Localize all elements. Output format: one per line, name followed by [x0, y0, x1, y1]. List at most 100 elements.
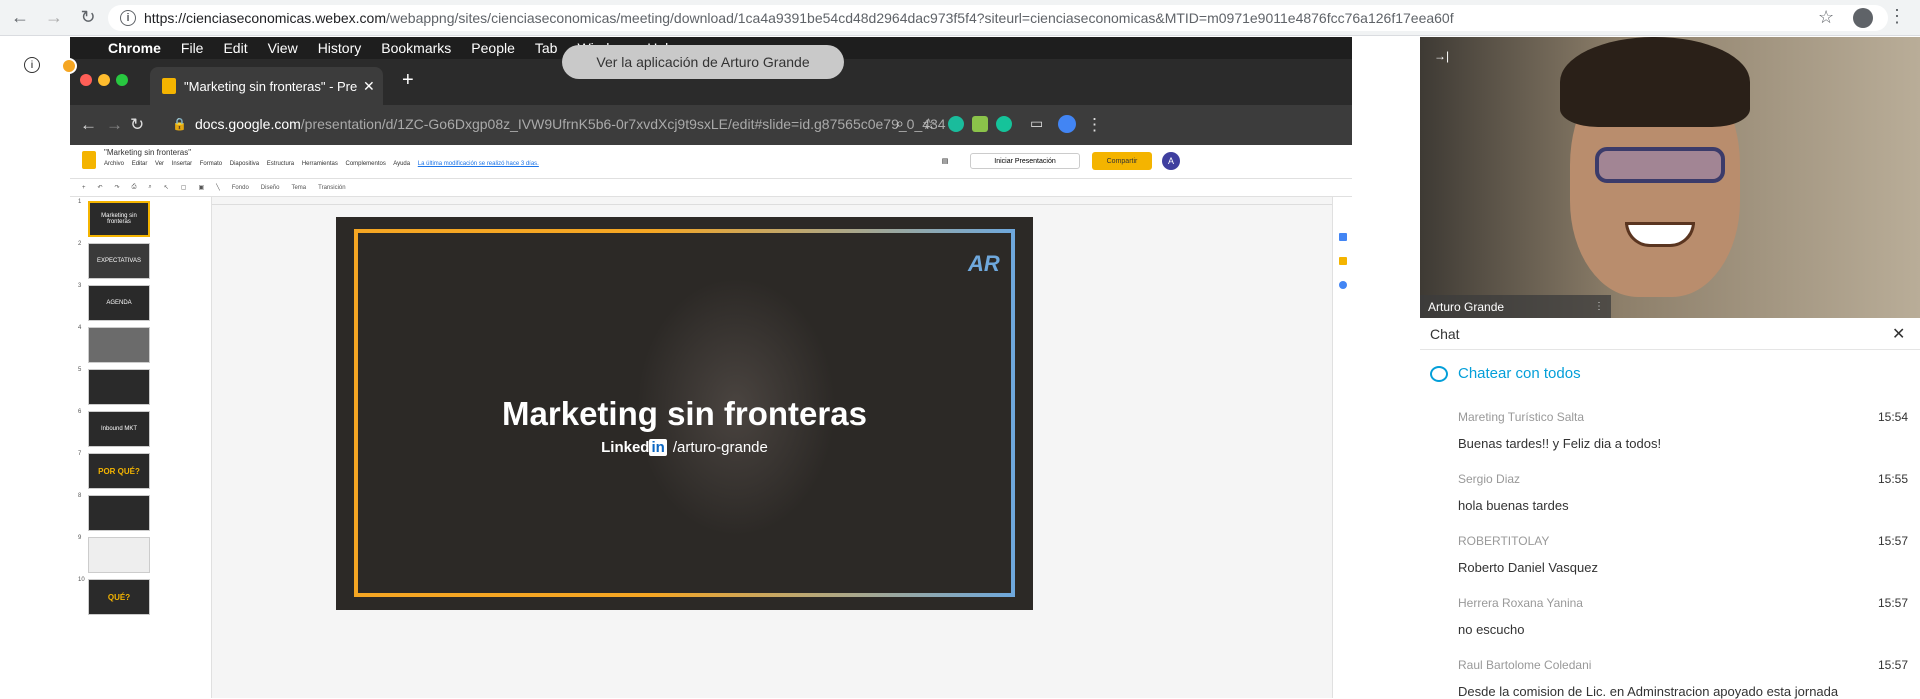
thumbnail-8[interactable]: 8	[70, 493, 212, 537]
keep-icon[interactable]	[1339, 257, 1347, 265]
inner-address-bar[interactable]: 🔒 docs.google.com/presentation/d/1ZC-Go6…	[172, 110, 1352, 138]
message-sender: Raul Bartolome Coledani	[1458, 658, 1592, 672]
url-path: /webappng/sites/cienciaseconomicas/meeti…	[386, 10, 1454, 26]
line-icon[interactable]: ╲	[216, 184, 220, 191]
thumbnail-2[interactable]: 2 EXPECTATIVAS	[70, 241, 212, 285]
toolbar-diseno[interactable]: Diseño	[261, 185, 280, 191]
tab-slides[interactable]: "Marketing sin fronteras" - Pre ✕	[150, 67, 383, 105]
reload-icon[interactable]: ↻	[74, 4, 102, 32]
info-icon[interactable]: i	[24, 57, 40, 73]
cast-icon[interactable]: ▭	[1030, 115, 1043, 132]
mac-menu-people[interactable]: People	[471, 40, 515, 56]
mac-menu-edit[interactable]: Edit	[223, 40, 247, 56]
forward-icon[interactable]: →	[40, 4, 68, 32]
mac-menu-history[interactable]: History	[318, 40, 362, 56]
menu-herramientas[interactable]: Herramientas	[302, 161, 338, 167]
menu-ayuda[interactable]: Ayuda	[393, 161, 410, 167]
menu-dots-icon[interactable]: ⋮	[1888, 6, 1906, 27]
zoom-icon[interactable]: ⌕	[896, 115, 904, 132]
inner-forward-icon[interactable]: →	[106, 115, 123, 135]
present-button[interactable]: Iniciar Presentación	[970, 153, 1080, 169]
chat-header: Chat ✕	[1420, 318, 1920, 350]
inner-nav-bar: ← → ↻ 🔒 docs.google.com/presentation/d/1…	[70, 105, 1352, 145]
close-icon[interactable]: ✕	[1892, 324, 1905, 344]
message-text: Roberto Daniel Vasquez	[1458, 560, 1598, 575]
thumbnail-6[interactable]: 6 Inbound MKT	[70, 409, 212, 453]
user-avatar[interactable]: A	[1162, 152, 1180, 170]
inner-menu-icon[interactable]: ⋮	[1086, 115, 1103, 135]
thumbnail-9[interactable]: 9	[70, 535, 212, 579]
status-dot-icon[interactable]	[61, 58, 77, 74]
chat-message: Raul Bartolome Coledani 15:57 Desde la c…	[1458, 658, 1908, 699]
thumb-number: 1	[78, 199, 82, 205]
thumb-number: 6	[78, 409, 82, 415]
add-icon[interactable]: +	[82, 185, 86, 191]
mac-menu-file[interactable]: File	[181, 40, 204, 56]
side-panel	[1332, 197, 1352, 698]
redo-icon[interactable]: ↷	[115, 184, 120, 191]
inner-reload-icon[interactable]: ↻	[130, 115, 144, 135]
menu-editar[interactable]: Editar	[132, 161, 148, 167]
last-edit-link[interactable]: La última modificación se realizó hace 3…	[418, 161, 539, 167]
back-icon[interactable]: ←	[6, 4, 34, 32]
bookmark-star-icon[interactable]: ☆	[1818, 7, 1834, 28]
menu-insertar[interactable]: Insertar	[172, 161, 192, 167]
chat-recipient-selector[interactable]: Chatear con todos	[1430, 365, 1581, 382]
inner-star-icon[interactable]: ☆	[922, 115, 935, 133]
print-icon[interactable]: ⎙	[132, 184, 137, 191]
menu-archivo[interactable]: Archivo	[104, 161, 124, 167]
thumbnail-7[interactable]: 7 POR QUÉ?	[70, 451, 212, 495]
site-info-icon[interactable]: i	[120, 10, 136, 26]
thumbnail-1[interactable]: 1 Marketing sin fronteras	[70, 199, 212, 243]
image-icon[interactable]: ▣	[198, 184, 204, 191]
toolbar-tema[interactable]: Tema	[291, 185, 306, 191]
profile-avatar-icon[interactable]	[1058, 115, 1076, 133]
zoom-tool-icon[interactable]: ⌕	[148, 184, 151, 191]
menu-diapositiva[interactable]: Diapositiva	[230, 161, 259, 167]
calendar-icon[interactable]	[1339, 233, 1347, 241]
collapse-panel-icon[interactable]: →|	[1434, 49, 1449, 63]
menu-formato[interactable]: Formato	[200, 161, 222, 167]
mac-menu-bookmarks[interactable]: Bookmarks	[381, 40, 451, 56]
menu-ver[interactable]: Ver	[155, 161, 164, 167]
thumb-preview: EXPECTATIVAS	[88, 243, 150, 279]
slide-subtitle: Linked in/arturo-grande	[336, 439, 1033, 456]
share-button[interactable]: Compartir	[1092, 152, 1152, 170]
participant-menu-icon[interactable]: ⋮	[1594, 301, 1604, 312]
thumbnail-3[interactable]: 3 AGENDA	[70, 283, 212, 327]
thumbnail-5[interactable]: 5	[70, 367, 212, 411]
maximize-window-icon[interactable]	[116, 74, 128, 86]
thumbnail-10[interactable]: 10 QUÉ?	[70, 577, 212, 621]
tasks-icon[interactable]	[1339, 281, 1347, 289]
menu-complementos[interactable]: Complementos	[346, 161, 386, 167]
view-app-tooltip[interactable]: Ver la aplicación de Arturo Grande	[562, 45, 844, 79]
current-slide[interactable]: AR Marketing sin fronteras Linked in/artu…	[336, 217, 1033, 610]
message-time: 15:54	[1877, 410, 1908, 424]
undo-icon[interactable]: ↶	[98, 184, 103, 191]
tab-close-icon[interactable]: ✕	[363, 78, 383, 95]
mac-menu-tab[interactable]: Tab	[535, 40, 558, 56]
inner-back-icon[interactable]: ←	[80, 115, 97, 135]
address-bar[interactable]: i https://cienciaseconomicas.webex.com/w…	[108, 5, 1888, 31]
textbox-icon[interactable]: ▢	[181, 184, 187, 191]
mac-menu-view[interactable]: View	[268, 40, 298, 56]
comments-icon[interactable]: ▤	[938, 153, 952, 169]
extension-icon[interactable]	[972, 116, 988, 132]
slides-logo-icon[interactable]	[82, 151, 96, 169]
select-tool-icon[interactable]: ↖	[164, 184, 169, 191]
grammarly-icon[interactable]	[996, 116, 1012, 132]
extension-icon[interactable]	[948, 116, 964, 132]
account-icon[interactable]	[1853, 8, 1873, 28]
slides-menu: Archivo Editar Ver Insertar Formato Diap…	[104, 161, 545, 167]
mac-menu-chrome[interactable]: Chrome	[108, 40, 161, 56]
doc-title[interactable]: "Marketing sin fronteras"	[104, 148, 191, 157]
toolbar-transicion[interactable]: Transición	[318, 185, 345, 191]
thumb-number: 9	[78, 535, 82, 541]
thumbnail-4[interactable]: 4	[70, 325, 212, 369]
minimize-window-icon[interactable]	[98, 74, 110, 86]
menu-estructura[interactable]: Estructura	[267, 161, 294, 167]
close-window-icon[interactable]	[80, 74, 92, 86]
toolbar-fondo[interactable]: Fondo	[232, 185, 249, 191]
new-tab-icon[interactable]: +	[402, 69, 414, 92]
message-time: 15:57	[1877, 658, 1908, 672]
